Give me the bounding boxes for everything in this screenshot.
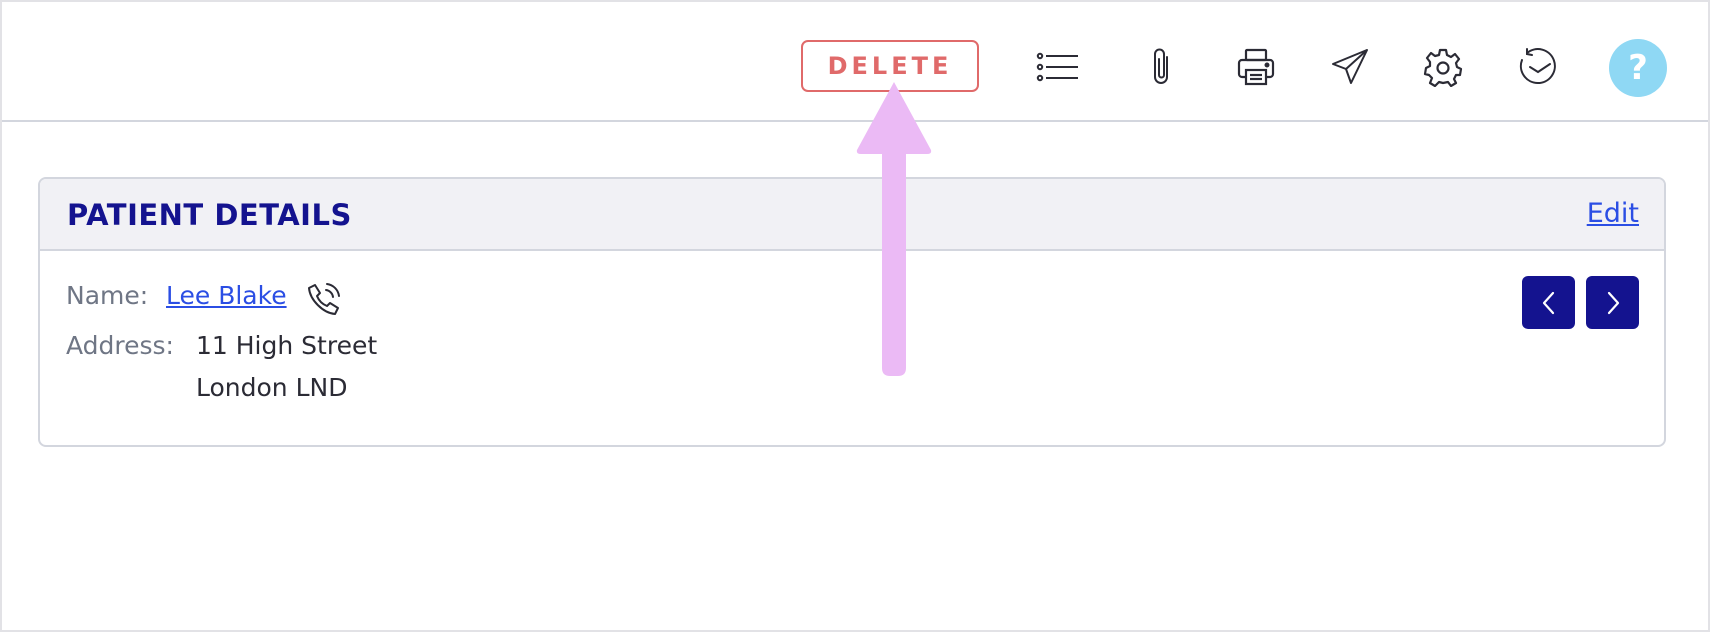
phone-call-icon[interactable]: [306, 281, 342, 317]
address-line-2: London LND: [196, 373, 348, 402]
patient-details-panel: PATIENT DETAILS Edit Name: Lee Blake Add…: [38, 177, 1666, 447]
help-button[interactable]: ?: [1609, 39, 1667, 97]
panel-header: PATIENT DETAILS Edit: [40, 179, 1664, 251]
previous-button[interactable]: [1522, 276, 1575, 329]
toolbar: DELETE ?: [2, 2, 1708, 122]
chevron-left-icon: [1542, 291, 1554, 314]
gear-icon[interactable]: [1415, 39, 1471, 95]
send-icon[interactable]: [1322, 39, 1378, 95]
history-icon[interactable]: [1510, 39, 1566, 95]
edit-link[interactable]: Edit: [1587, 198, 1639, 229]
patient-name-link[interactable]: Lee Blake: [166, 281, 287, 310]
chevron-right-icon: [1607, 291, 1619, 314]
list-icon[interactable]: [1030, 39, 1086, 95]
delete-button[interactable]: DELETE: [801, 40, 979, 92]
next-button[interactable]: [1586, 276, 1639, 329]
app-window: DELETE ? PATIENT DETAILS Edit Name: Lee …: [0, 0, 1710, 632]
name-label: Name:: [66, 281, 149, 310]
address-label: Address:: [66, 331, 174, 360]
printer-icon[interactable]: [1228, 39, 1284, 95]
panel-title: PATIENT DETAILS: [67, 198, 352, 232]
paperclip-icon[interactable]: [1134, 39, 1190, 95]
address-line-1: 11 High Street: [196, 331, 378, 360]
